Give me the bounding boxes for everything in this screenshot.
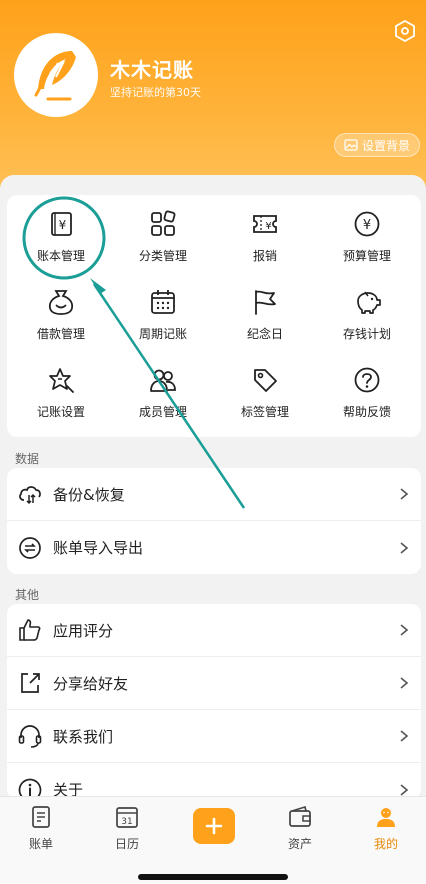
grid-item-members[interactable]: 成员管理	[113, 351, 213, 421]
set-background-button[interactable]: 设置背景	[334, 133, 420, 157]
svg-text:¥: ¥	[59, 218, 67, 232]
category-icon	[151, 210, 176, 236]
profile-header: 木木记账 坚持记账的第30天 设置背景	[0, 0, 426, 200]
reimburse-icon: ¥	[253, 215, 277, 233]
grid-label: 成员管理	[138, 405, 187, 419]
grid-label: 记账设置	[36, 405, 85, 419]
feather-logo-icon	[34, 51, 76, 101]
import-export-icon	[19, 536, 41, 559]
backup-restore-row[interactable]: 备份&恢复	[7, 468, 421, 521]
tab-label: 我的	[373, 837, 398, 851]
share-row[interactable]: 分享给好友	[7, 657, 421, 710]
grid-label: 预算管理	[342, 249, 391, 263]
section-title-data: 数据	[15, 452, 40, 466]
grid-label: 纪念日	[246, 327, 283, 341]
data-list: 备份&恢复 账单导入导出	[7, 468, 421, 574]
settings-hexagon-icon[interactable]	[394, 20, 416, 42]
import-export-row[interactable]: 账单导入导出	[7, 521, 421, 574]
piggy-bank-icon	[357, 291, 381, 314]
grid-item-budget[interactable]: ¥ 预算管理	[317, 195, 417, 265]
tab-label: 资产	[287, 837, 312, 851]
user-icon	[377, 808, 395, 827]
tab-calendar[interactable]: 31 日历	[97, 805, 157, 852]
chevron-right-icon	[400, 730, 409, 742]
grid-item-category[interactable]: 分类管理	[113, 195, 213, 265]
grid-label: 帮助反馈	[342, 405, 391, 419]
settings-star-icon	[49, 368, 74, 393]
ledger-icon: ¥	[51, 212, 72, 236]
other-list: 应用评分 分享给好友 联系我们 关于	[7, 604, 421, 799]
members-icon	[150, 369, 176, 392]
plus-icon	[205, 817, 223, 835]
tab-label: 账单	[28, 837, 53, 851]
grid-item-tags[interactable]: 标签管理	[215, 351, 315, 421]
loan-icon	[48, 290, 74, 315]
row-label: 备份&恢复	[53, 485, 125, 504]
grid-label: 账本管理	[36, 249, 85, 263]
chevron-right-icon	[400, 677, 409, 689]
bill-icon	[32, 806, 50, 828]
share-icon	[21, 673, 40, 693]
flag-icon	[255, 290, 276, 315]
image-icon	[344, 139, 358, 151]
chevron-right-icon	[400, 783, 409, 796]
grid-item-help[interactable]: 帮助反馈	[317, 351, 417, 421]
wallet-icon	[289, 805, 311, 827]
grid-label: 借款管理	[36, 327, 85, 341]
thumbs-up-icon	[19, 619, 41, 641]
feature-grid: ¥ 账本管理 分类管理 ¥ 报销 ¥ 预算管理 借款管理 周期记账 纪念日 存钱…	[7, 195, 421, 437]
contact-us-row[interactable]: 联系我们	[7, 710, 421, 763]
grid-item-savings[interactable]: 存钱计划	[317, 273, 417, 343]
calendar-day-icon: 31	[116, 807, 138, 828]
app-name: 木木记账	[110, 58, 194, 82]
cloud-sync-icon	[19, 486, 41, 505]
grid-item-ledger[interactable]: ¥ 账本管理	[11, 195, 111, 265]
set-background-label: 设置背景	[361, 138, 410, 153]
calendar-day-number: 31	[121, 817, 132, 827]
grid-label: 标签管理	[240, 405, 289, 419]
chevron-right-icon	[400, 488, 409, 500]
row-label: 账单导入导出	[53, 539, 144, 557]
tag-icon	[254, 369, 277, 392]
tab-label: 日历	[114, 837, 139, 851]
budget-icon: ¥	[354, 211, 380, 237]
row-label: 联系我们	[53, 727, 114, 746]
headset-icon	[18, 725, 42, 748]
chevron-right-icon	[400, 624, 409, 636]
grid-item-reimburse[interactable]: ¥ 报销	[215, 195, 315, 265]
grid-item-recurring[interactable]: 周期记账	[113, 273, 213, 343]
tab-mine[interactable]: 我的	[356, 805, 416, 852]
grid-label: 报销	[252, 249, 277, 263]
grid-label: 存钱计划	[342, 327, 391, 341]
grid-item-anniversary[interactable]: 纪念日	[215, 273, 315, 343]
row-label: 应用评分	[53, 621, 114, 640]
avatar[interactable]	[14, 33, 98, 117]
about-row[interactable]: 关于	[7, 763, 421, 799]
tab-assets[interactable]: 资产	[270, 805, 330, 852]
grid-label: 周期记账	[138, 327, 187, 341]
rate-app-row[interactable]: 应用评分	[7, 604, 421, 657]
calendar-icon	[151, 290, 175, 314]
help-icon	[354, 367, 380, 393]
streak-text: 坚持记账的第30天	[110, 86, 201, 99]
grid-item-bookkeeping-settings[interactable]: 记账设置	[11, 351, 111, 421]
tab-bill[interactable]: 账单	[11, 805, 71, 852]
chevron-right-icon	[400, 541, 409, 554]
home-indicator	[138, 874, 288, 880]
row-label: 分享给好友	[53, 674, 129, 693]
section-title-other: 其他	[15, 588, 40, 602]
grid-item-loan[interactable]: 借款管理	[11, 273, 111, 343]
grid-label: 分类管理	[138, 249, 187, 263]
svg-text:¥: ¥	[363, 218, 371, 233]
add-record-button[interactable]	[193, 808, 235, 844]
svg-text:¥: ¥	[265, 221, 271, 232]
